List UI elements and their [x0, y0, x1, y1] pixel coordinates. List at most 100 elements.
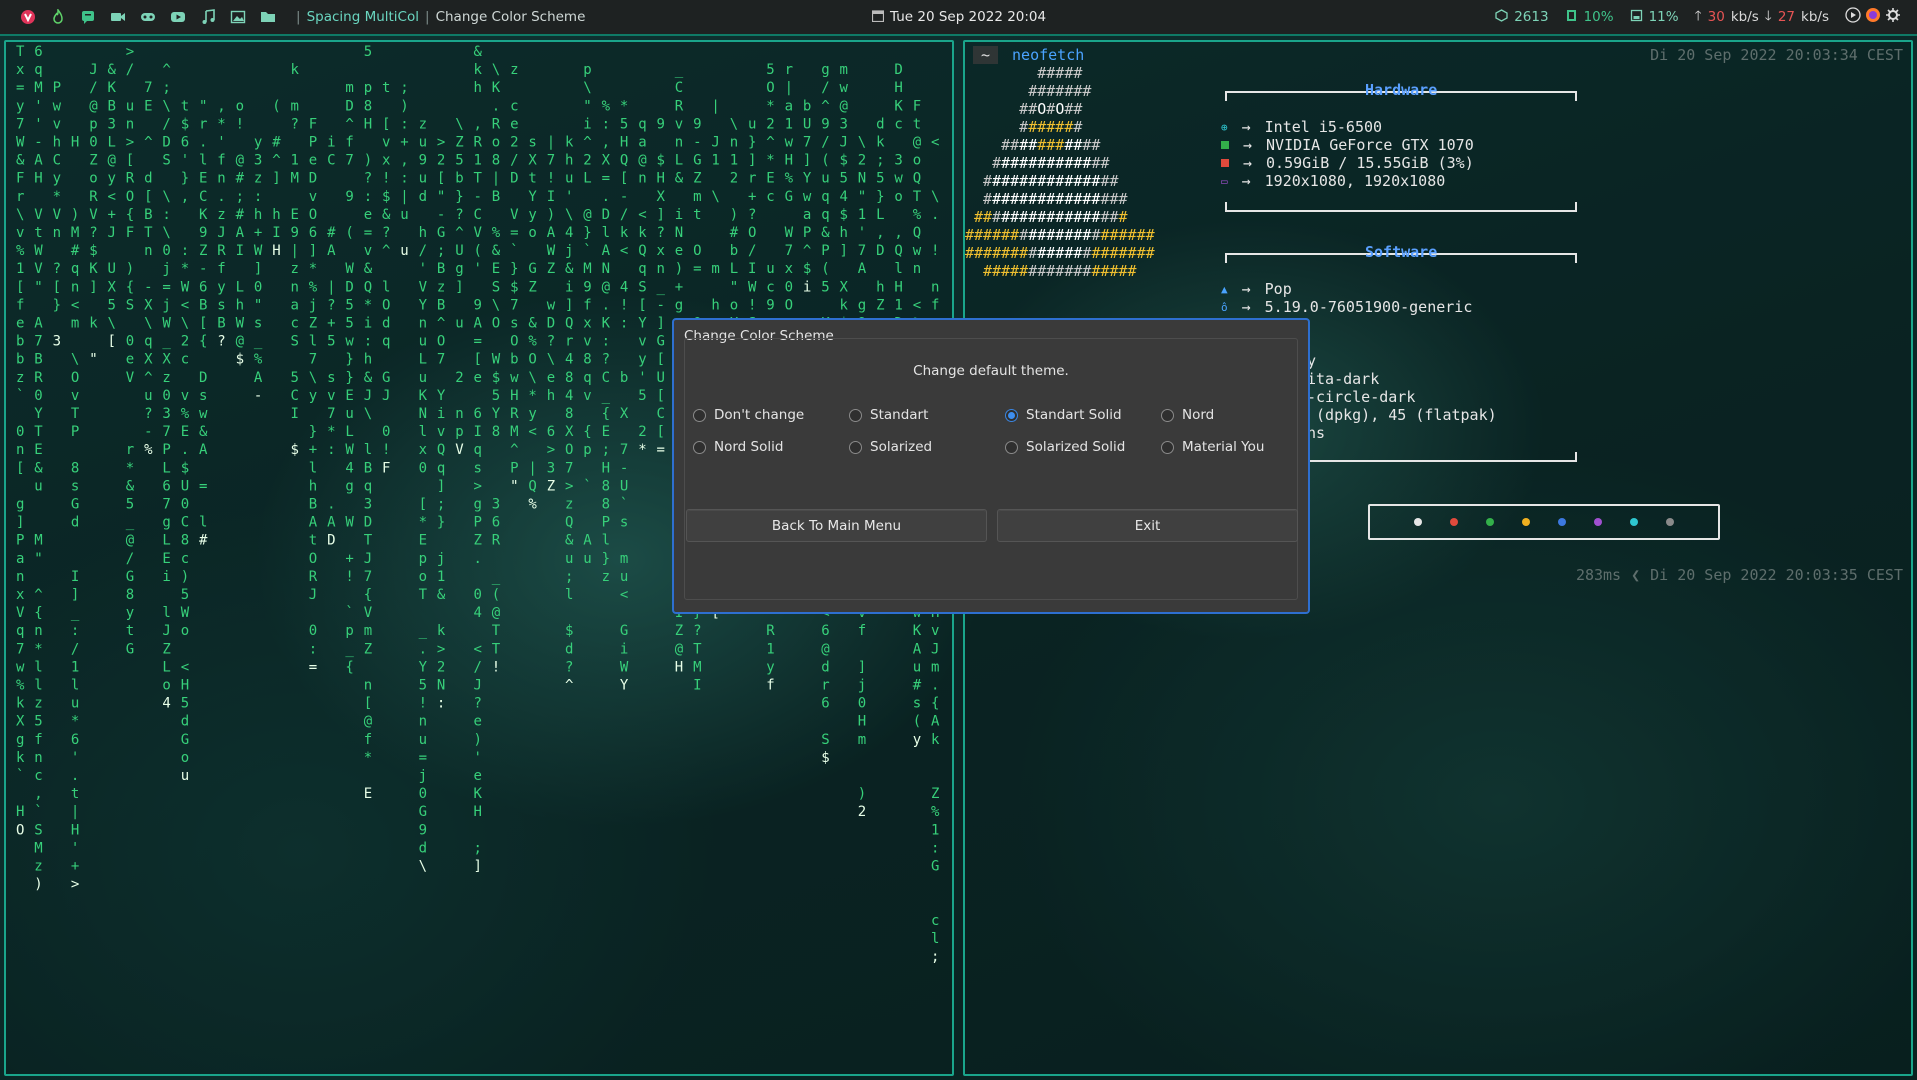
- svg-text:v: v: [53, 116, 61, 132]
- svg-text:A: A: [327, 243, 336, 259]
- youtube-icon[interactable]: [170, 9, 186, 25]
- disk-widget[interactable]: 11%: [1630, 9, 1679, 26]
- back-to-main-menu-button[interactable]: Back To Main Menu: [686, 509, 987, 542]
- radio-circle[interactable]: [849, 440, 862, 454]
- svg-text:h: h: [419, 225, 427, 241]
- svg-text:Q: Q: [894, 243, 902, 259]
- svg-text:o: o: [236, 98, 244, 114]
- radio-dont-change[interactable]: Don't change: [693, 407, 804, 423]
- svg-text:": ": [89, 352, 97, 368]
- svg-text:^: ^: [821, 98, 829, 114]
- svg-text:2: 2: [858, 804, 866, 820]
- svg-text:9: 9: [583, 279, 591, 295]
- svg-text:2: 2: [455, 370, 463, 386]
- video-camera-icon[interactable]: [110, 9, 126, 25]
- svg-text:G: G: [657, 334, 665, 350]
- svg-text:v: v: [364, 243, 372, 259]
- chat-icon[interactable]: [80, 9, 96, 25]
- svg-text:a: a: [785, 98, 793, 114]
- radio-nord-solid[interactable]: Nord Solid: [693, 439, 783, 455]
- svg-text:S: S: [162, 153, 170, 169]
- svg-text:n: n: [126, 116, 134, 132]
- music-note-icon[interactable]: [200, 9, 216, 25]
- svg-text:#: #: [913, 678, 922, 694]
- vivaldi-icon[interactable]: [20, 9, 36, 25]
- hardware-box-bottom: [1225, 202, 1577, 212]
- svg-text:w: w: [53, 98, 62, 114]
- radio-solarized[interactable]: Solarized: [849, 439, 932, 455]
- svg-text:>: >: [437, 135, 445, 151]
- svg-text:D: D: [602, 207, 610, 223]
- svg-text:(: (: [821, 261, 829, 277]
- radio-circle[interactable]: [693, 440, 706, 454]
- updates-widget[interactable]: 2613: [1495, 8, 1549, 26]
- svg-text:e: e: [510, 116, 518, 132]
- svg-text:$: $: [382, 189, 390, 205]
- radio-circle[interactable]: [693, 408, 706, 422]
- gamepad-icon[interactable]: [140, 9, 156, 25]
- radio-nord[interactable]: Nord: [1161, 407, 1214, 423]
- image-icon[interactable]: [230, 9, 246, 25]
- radio-circle[interactable]: [1005, 440, 1018, 454]
- chevron-left-icon: ❮: [1631, 566, 1641, 584]
- svg-text:m: m: [858, 732, 866, 748]
- radio-solarized-solid[interactable]: Solarized Solid: [1005, 439, 1125, 455]
- prompt-command: neofetch: [1012, 46, 1085, 64]
- svg-text:A: A: [547, 225, 556, 241]
- svg-text:A: A: [236, 225, 245, 241]
- color-palette: [1368, 504, 1720, 540]
- svg-text:K: K: [913, 623, 922, 639]
- svg-text:9: 9: [821, 116, 829, 132]
- flame-icon[interactable]: [50, 7, 66, 25]
- svg-text:@: @: [89, 98, 98, 114]
- svg-text:z: z: [602, 569, 610, 585]
- radio-circle[interactable]: [1161, 440, 1174, 454]
- settings-gear-icon[interactable]: [1885, 7, 1901, 27]
- svg-text:j: j: [858, 678, 866, 694]
- palette-dot: [1414, 518, 1422, 526]
- svg-text:n: n: [217, 171, 225, 187]
- svg-text:4: 4: [345, 460, 353, 476]
- svg-text:s: s: [217, 297, 225, 313]
- svg-text:[: [: [437, 171, 445, 187]
- svg-text:z: z: [162, 370, 170, 386]
- radio-material-you[interactable]: Material You: [1161, 439, 1264, 455]
- svg-text:@: @: [108, 153, 117, 169]
- svg-text:L: L: [419, 352, 427, 368]
- svg-text:8: 8: [181, 533, 189, 549]
- svg-text:[: [: [657, 388, 665, 404]
- exit-button[interactable]: Exit: [997, 509, 1298, 542]
- firefox-icon[interactable]: [1865, 7, 1881, 27]
- svg-text:1: 1: [931, 822, 939, 838]
- radio-circle[interactable]: [849, 408, 862, 422]
- svg-text:p: p: [364, 80, 372, 96]
- svg-text:?: ?: [291, 116, 299, 132]
- svg-text:C: C: [602, 370, 610, 386]
- radio-standart-solid[interactable]: Standart Solid: [1005, 407, 1122, 423]
- svg-text:M: M: [693, 659, 701, 675]
- svg-text:e: e: [364, 207, 372, 223]
- svg-text:o: o: [181, 750, 189, 766]
- svg-text:2: 2: [858, 153, 866, 169]
- svg-text:': ': [34, 116, 42, 132]
- radio-standart[interactable]: Standart: [849, 407, 928, 423]
- svg-text:y: y: [217, 279, 225, 295]
- svg-text:w: w: [840, 80, 849, 96]
- radio-circle[interactable]: [1005, 408, 1018, 422]
- media-play-icon[interactable]: [1845, 7, 1861, 27]
- svg-text:^: ^: [34, 587, 42, 603]
- svg-text:s: s: [510, 316, 518, 332]
- svg-text:I: I: [748, 261, 756, 277]
- svg-text:g: g: [455, 261, 463, 277]
- network-widget[interactable]: 🡑 30 kb/s 🡓 27 kb/s: [1695, 6, 1829, 29]
- svg-text:y: y: [126, 605, 134, 621]
- clock[interactable]: Tue 20 Sep 2022 20:04: [871, 9, 1046, 26]
- cpu-widget[interactable]: 10%: [1565, 9, 1614, 26]
- folder-icon[interactable]: [260, 9, 276, 25]
- svg-text:': ': [638, 370, 646, 386]
- svg-text:D: D: [327, 533, 335, 549]
- svg-text:(: (: [821, 153, 829, 169]
- svg-text:3: 3: [108, 116, 116, 132]
- svg-text:h: h: [565, 153, 573, 169]
- radio-circle[interactable]: [1161, 408, 1174, 422]
